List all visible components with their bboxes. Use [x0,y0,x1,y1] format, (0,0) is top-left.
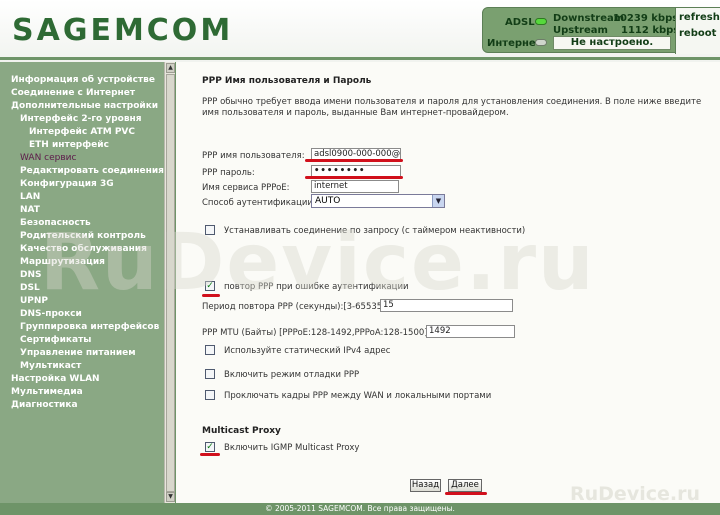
sidebar-item-interface-grouping[interactable]: Группировка интерфейсов [0,321,164,334]
internet-status-led-icon [535,39,547,46]
auth-method-label: Способ аутентификации: [202,198,316,208]
sidebar-item-multimedia[interactable]: Мультимедиа [0,386,164,399]
footer: © 2005-2011 SAGEMCOM. Все права защищены… [0,503,720,515]
chevron-down-icon[interactable]: ▼ [432,195,444,207]
scroll-down-arrow-icon[interactable]: ▼ [166,492,175,502]
igmp-proxy-label: Включить IGMP Multicast Proxy [224,443,360,453]
ppp-bridge-label: Проключать кадры PPP между WAN и локальн… [224,391,492,401]
multicast-proxy-title: Multicast Proxy [202,426,281,436]
sidebar-item-parental-control[interactable]: Родительский контроль [0,230,164,243]
reboot-button[interactable]: reboot [679,28,716,39]
status-panel: ADSL Downstream 10239 kbps Upstream 1112… [482,7,720,54]
sidebar-menu: Информация об устройстве Соединение с Ин… [0,62,164,503]
auth-method-select[interactable]: AUTO ▼ [311,194,445,208]
ppp-debug-checkbox[interactable] [205,369,215,379]
sidebar-item-3g-config[interactable]: Конфигурация 3G [0,178,164,191]
scrollbar-thumb[interactable] [166,74,175,492]
sidebar-item-upnp[interactable]: UPNP [0,295,164,308]
sidebar-item-multicast[interactable]: Мультикаст [0,360,164,373]
sidebar-item-advanced-settings[interactable]: Дополнительные настройки [0,100,164,113]
upstream-value: 1112 kbps [621,25,680,36]
sidebar-item-dns-proxy[interactable]: DNS-прокси [0,308,164,321]
sidebar-item-wan-service[interactable]: WAN сервис [0,152,164,165]
sidebar-item-edit-connections[interactable]: Редактировать соединения [0,165,164,178]
retry-period-label: Период повтора PPP (секунды):[3-65535] [202,302,386,312]
sidebar-item-routing[interactable]: Маршрутизация [0,256,164,269]
sagemcom-logo: SAGEMCOM [12,13,234,48]
retry-checkbox-highlight [202,294,220,297]
static-ipv4-label: Используйте статический IPv4 адрес [224,346,391,356]
downstream-value: 10239 kbps [613,13,679,24]
sidebar-item-layer2-interface[interactable]: Интерфейс 2-го уровня [0,113,164,126]
mtu-input[interactable]: 1492 [426,325,515,338]
sidebar-item-lan[interactable]: LAN [0,191,164,204]
internet-status: Не настроено. [553,36,671,50]
main-content: PPP Имя пользователя и Пароль PPP обычно… [176,62,720,503]
sidebar-item-dns[interactable]: DNS [0,269,164,282]
page-description: PPP обычно требует ввода имени пользоват… [202,97,702,118]
adsl-status-led-icon [535,18,547,25]
sidebar-scrollbar[interactable]: ▲ ▼ [164,62,175,503]
sidebar-item-certificates[interactable]: Сертификаты [0,334,164,347]
refresh-button[interactable]: refresh [679,12,720,23]
retry-period-input[interactable]: 15 [380,299,513,312]
next-button-highlight [445,492,487,495]
scroll-up-arrow-icon[interactable]: ▲ [166,63,175,73]
sidebar-item-diagnostics[interactable]: Диагностика [0,399,164,412]
page-title: PPP Имя пользователя и Пароль [202,76,372,86]
password-label: PPP пароль: [202,168,255,178]
sidebar-item-atm-pvc[interactable]: Интерфейс ATM PVC [0,126,164,139]
sidebar-item-internet-connection[interactable]: Соединение с Интернет [0,87,164,100]
on-demand-checkbox[interactable] [205,225,215,235]
password-highlight [305,176,403,179]
sidebar-list: Информация об устройстве Соединение с Ин… [0,62,164,412]
username-highlight [305,159,403,162]
adsl-label: ADSL [505,17,535,28]
igmp-checkbox-highlight [200,453,220,456]
sidebar-item-nat[interactable]: NAT [0,204,164,217]
internet-label: Интернет [487,38,542,49]
mtu-label: PPP MTU (Байты) [PPPoE:128-1492,PPPoA:12… [202,328,431,338]
ppp-bridge-checkbox[interactable] [205,390,215,400]
static-ipv4-checkbox[interactable] [205,345,215,355]
service-name-input[interactable]: internet [311,180,399,193]
sidebar-item-dsl[interactable]: DSL [0,282,164,295]
sidebar-item-power-management[interactable]: Управление питанием [0,347,164,360]
username-label: PPP имя пользователя: [202,151,305,161]
sidebar-item-wlan-setup[interactable]: Настройка WLAN [0,373,164,386]
auth-method-value: AUTO [315,196,341,206]
on-demand-label: Устанавливать соединение по запросу (с т… [224,226,526,236]
service-name-label: Имя сервиса PPPoE: [202,183,290,193]
header-divider [0,57,720,60]
igmp-proxy-checkbox[interactable]: ✓ [205,442,215,452]
ppp-debug-label: Включить режим отладки PPP [224,370,360,380]
sidebar-item-qos[interactable]: Качество обслуживания [0,243,164,256]
header: SAGEMCOM ADSL Downstream 10239 kbps Upst… [0,0,720,62]
ppp-retry-checkbox[interactable]: ✓ [205,281,215,291]
next-button[interactable]: Далее [448,479,482,492]
header-buttons: refresh reboot [675,8,720,54]
sidebar-item-security[interactable]: Безопасность [0,217,164,230]
upstream-label: Upstream [553,25,608,36]
ppp-retry-label: повтор PPP при ошибке аутентификации [224,282,409,292]
sidebar-item-eth-interface[interactable]: ETH интерфейс [0,139,164,152]
back-button[interactable]: Назад [410,479,441,492]
sidebar-item-device-info[interactable]: Информация об устройстве [0,74,164,87]
